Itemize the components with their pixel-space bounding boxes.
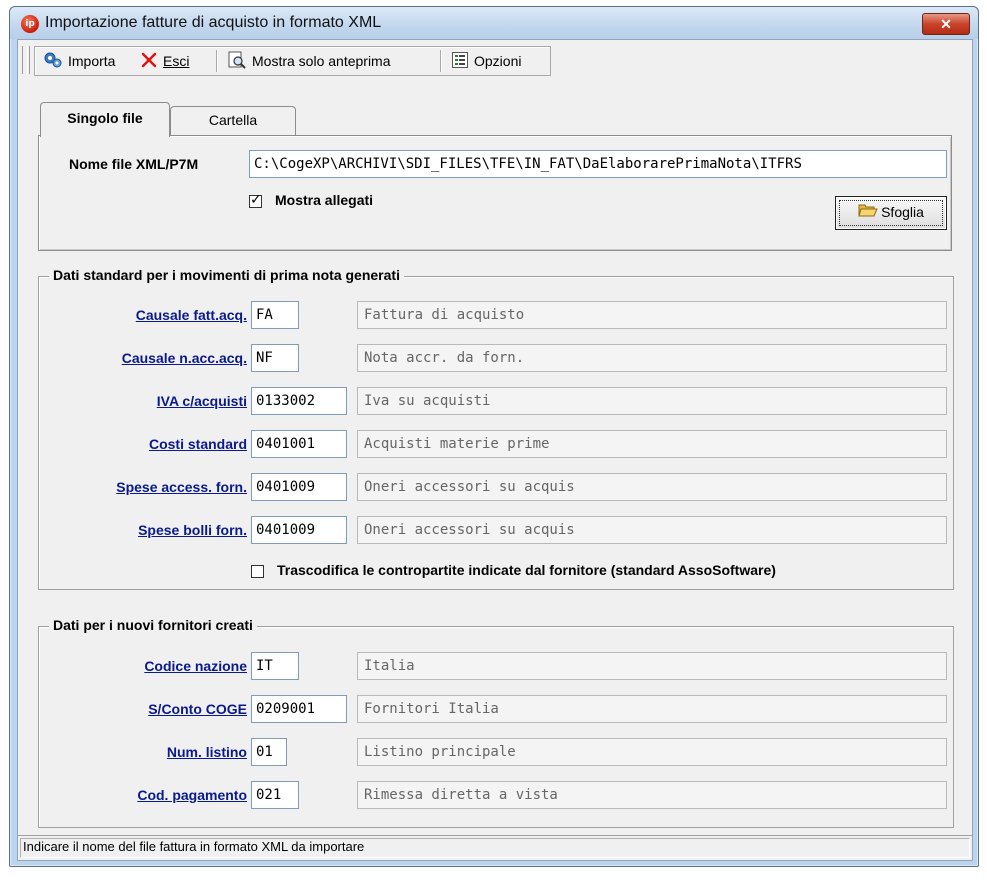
title-bar[interactable]: ip Importazione fatture di acquisto in f…	[10, 7, 978, 39]
toolbar-group: Importa Esci Mostra solo anteprima Opzio…	[34, 46, 551, 76]
trascodifica-label: Trascodifica le contropartite indicate d…	[277, 562, 776, 578]
standard-data-legend: Dati standard per i movimenti di prima n…	[49, 267, 404, 283]
costi-standard-input[interactable]: 0401001	[251, 430, 347, 458]
spese-access-forn-input[interactable]: 0401009	[251, 473, 347, 501]
anteprima-button[interactable]: Mostra solo anteprima	[227, 51, 391, 71]
mostra-allegati-checkbox[interactable]	[249, 192, 262, 208]
cod-pagamento-link[interactable]: Cod. pagamento	[137, 787, 247, 803]
toolbar-separator	[440, 50, 442, 72]
causale-fatt-acq-input[interactable]: FA	[251, 301, 299, 329]
tab-cartella[interactable]: Cartella	[170, 106, 296, 135]
sconto-coge-link[interactable]: S/Conto COGE	[148, 701, 247, 717]
cod-pagamento-desc: Rimessa diretta a vista	[357, 781, 947, 809]
options-list-icon	[451, 51, 469, 74]
dialog-window: ip Importazione fatture di acquisto in f…	[9, 6, 979, 867]
sconto-coge-desc: Fornitori Italia	[357, 695, 947, 723]
new-suppliers-group: Dati per i nuovi fornitori creati Codice…	[38, 617, 954, 828]
costi-standard-desc: Acquisti materie prime	[357, 430, 947, 458]
mostra-allegati-label: Mostra allegati	[275, 192, 374, 208]
iva-acquisti-desc: Iva su acquisti	[357, 387, 947, 415]
toolbar: Importa Esci Mostra solo anteprima Opzio…	[18, 40, 972, 80]
toolbar-grip[interactable]	[22, 46, 28, 74]
close-button[interactable]: ✕	[922, 13, 970, 35]
anteprima-label: Mostra solo anteprima	[252, 53, 391, 70]
causale-fatt-acq-desc: Fattura di acquisto	[357, 301, 947, 329]
tab-cartella-label: Cartella	[208, 112, 258, 128]
dialog-client-area: Importa Esci Mostra solo anteprima Opzio…	[17, 39, 973, 861]
file-name-label: Nome file XML/P7M	[69, 156, 199, 172]
iva-acquisti-link[interactable]: IVA c/acquisti	[157, 393, 247, 409]
sfoglia-label: Sfoglia	[881, 204, 924, 220]
codice-nazione-desc: Italia	[357, 652, 947, 680]
sconto-coge-input[interactable]: 0209001	[251, 695, 347, 723]
spese-bolli-forn-input[interactable]: 0401009	[251, 516, 347, 544]
costi-standard-link[interactable]: Costi standard	[149, 436, 247, 452]
num-listino-input[interactable]: 01	[251, 738, 287, 766]
import-gears-icon	[43, 51, 63, 74]
sfoglia-content: Sfoglia	[858, 204, 924, 220]
iva-acquisti-input[interactable]: 0133002	[251, 387, 347, 415]
importa-button[interactable]: Importa	[43, 51, 115, 71]
causale-nacc-acq-input[interactable]: NF	[251, 344, 299, 372]
importa-label: Importa	[68, 53, 116, 70]
spese-access-forn-desc: Oneri accessori su acquis	[357, 473, 947, 501]
new-suppliers-legend: Dati per i nuovi fornitori creati	[49, 617, 257, 633]
file-name-input[interactable]: C:\CogeXP\ARCHIVI\SDI_FILES\TFE\IN_FAT\D…	[249, 150, 947, 178]
sfoglia-button[interactable]: Sfoglia	[835, 196, 947, 230]
opzioni-button[interactable]: Opzioni	[451, 51, 521, 71]
codice-nazione-link[interactable]: Codice nazione	[144, 658, 247, 674]
window-title: Importazione fatture di acquisto in form…	[45, 14, 382, 31]
standard-data-group: Dati standard per i movimenti di prima n…	[38, 267, 954, 590]
num-listino-desc: Listino principale	[357, 738, 947, 766]
causale-nacc-acq-desc: Nota accr. da forn.	[357, 344, 947, 372]
opzioni-label: Opzioni	[474, 53, 522, 70]
folder-open-icon	[858, 199, 878, 227]
num-listino-link[interactable]: Num. listino	[167, 744, 247, 760]
codice-nazione-input[interactable]: IT	[251, 652, 299, 680]
close-x-icon	[140, 51, 158, 74]
esci-button[interactable]: Esci	[140, 51, 189, 71]
causale-fatt-acq-link[interactable]: Causale fatt.acq.	[136, 307, 247, 323]
tab-singolo-file[interactable]: Singolo file	[40, 102, 170, 137]
spese-access-forn-link[interactable]: Spese access. forn.	[116, 479, 247, 495]
tab-panel-singolo-file: Nome file XML/P7M C:\CogeXP\ARCHIVI\SDI_…	[38, 135, 952, 251]
spese-bolli-forn-link[interactable]: Spese bolli forn.	[138, 522, 247, 538]
toolbar-separator	[216, 50, 218, 72]
trascodifica-checkbox[interactable]	[251, 565, 264, 578]
toolbar-grip-line	[29, 46, 30, 74]
status-bar: Indicare il nome del file fattura in for…	[18, 835, 972, 860]
app-logo-icon: ip	[21, 15, 39, 33]
status-text: Indicare il nome del file fattura in for…	[23, 839, 365, 854]
cod-pagamento-input[interactable]: 021	[251, 781, 299, 809]
tab-singolo-file-label: Singolo file	[67, 110, 143, 126]
preview-magnifier-icon	[227, 51, 247, 74]
spese-bolli-forn-desc: Oneri accessori su acquis	[357, 516, 947, 544]
causale-nacc-acq-link[interactable]: Causale n.acc.acq.	[122, 350, 247, 366]
esci-label: Esci	[163, 53, 190, 70]
